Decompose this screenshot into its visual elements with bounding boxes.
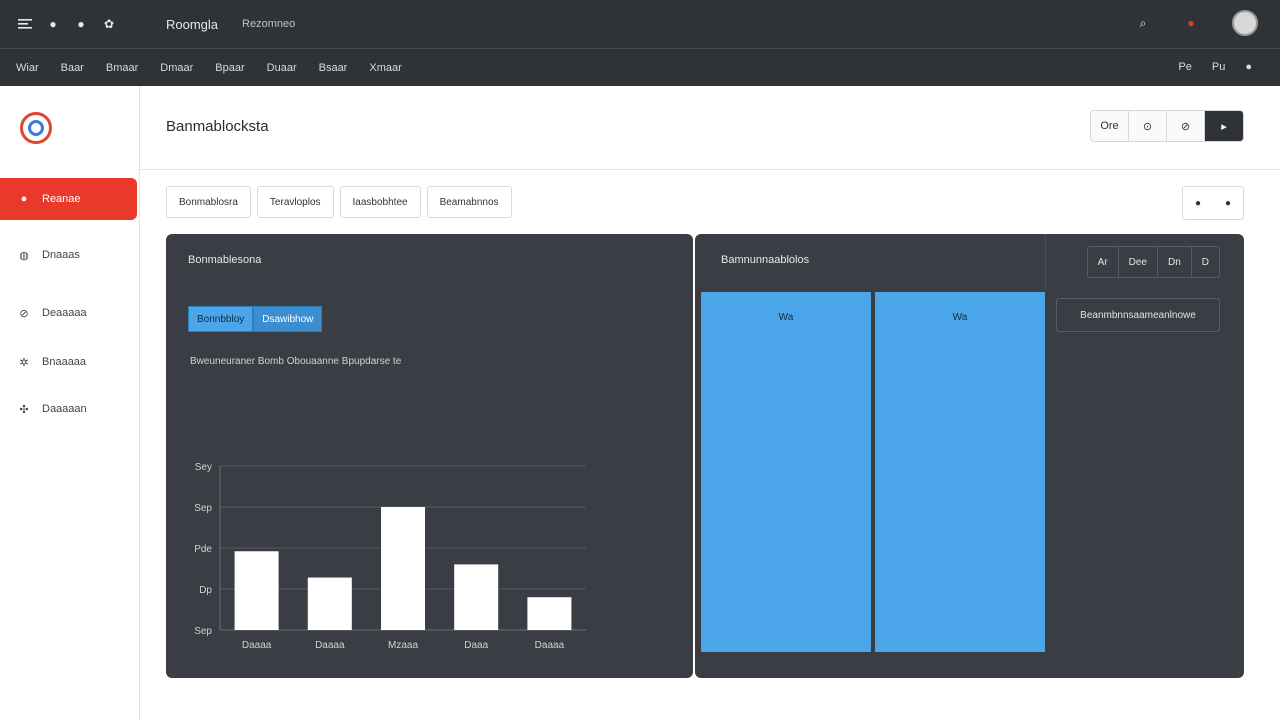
panel-title: Bamnunnaablolos bbox=[721, 254, 810, 266]
menu-icon[interactable] bbox=[18, 17, 32, 31]
bar bbox=[381, 507, 425, 630]
notification-icon[interactable]: ● bbox=[1184, 16, 1198, 30]
segment[interactable]: Dee bbox=[1119, 247, 1158, 277]
x-tick-label: Daaaa bbox=[315, 640, 345, 651]
segmented-control: Ar Dee Dn D bbox=[1086, 246, 1220, 278]
x-tick-label: Daaaa bbox=[535, 640, 565, 651]
menu-item[interactable]: Bmaar bbox=[106, 62, 138, 74]
pill-button[interactable]: Bonnbbloy bbox=[188, 306, 254, 332]
tab[interactable]: Beamabnnos bbox=[426, 186, 512, 218]
x-tick-label: Daaa bbox=[464, 640, 488, 651]
alert-icon: ● bbox=[20, 193, 28, 205]
view-toggle: ● ● bbox=[1182, 186, 1244, 220]
settings-icon[interactable]: ✿ bbox=[102, 17, 116, 31]
x-tick-label: Daaaa bbox=[242, 640, 272, 651]
big-bars: Wa Wa bbox=[701, 292, 1045, 652]
segment[interactable]: Dn bbox=[1158, 247, 1192, 277]
top-bar: ● ● ✿ Roomgla Rezomneo ⌕ ● bbox=[0, 0, 1280, 48]
bar-chart: Sey Sep Pde Dp Sep Daaaa Daaaa Mzaaa Daaa Daaaa bbox=[194, 462, 586, 651]
segment[interactable]: Ar bbox=[1088, 247, 1119, 277]
bar bbox=[454, 564, 499, 630]
tab-bar: Bonmablosra Teravloplos Iaasbobhtee Beam… bbox=[166, 186, 512, 218]
main-content: Banmablocksta Ore ⊙ ⊘ ▸ Bonmablosra Tera… bbox=[140, 86, 1280, 720]
menu-item[interactable]: Duaar bbox=[267, 62, 297, 74]
header-actions: Ore ⊙ ⊘ ▸ bbox=[1090, 110, 1244, 142]
tool-icon: ✣ bbox=[19, 403, 29, 416]
filter-button[interactable]: Beanmbnnsaameanlnowe bbox=[1056, 298, 1220, 332]
bar bbox=[307, 577, 352, 630]
link-icon: ⊘ bbox=[19, 307, 29, 320]
y-tick-label: Sey bbox=[195, 462, 212, 473]
y-tick-label: Pde bbox=[194, 544, 212, 555]
tab[interactable]: Teravloplos bbox=[256, 186, 334, 218]
sidebar-item-label: Dnaaas bbox=[42, 249, 80, 261]
x-tick-label: Mzaaa bbox=[388, 640, 418, 651]
sidebar: ● Reanae ◍ Dnaaas ⊘ Deaaaaa ✲ Bnaaaaa ✣ … bbox=[0, 86, 140, 720]
sidebar-item-daaaaan[interactable]: ✣ Daaaaan bbox=[0, 388, 137, 430]
segment[interactable]: D bbox=[1192, 247, 1219, 277]
globe-icon: ◍ bbox=[19, 249, 29, 262]
action-button[interactable]: ⊘ bbox=[1167, 111, 1205, 141]
big-bar bbox=[875, 292, 1045, 652]
gear-icon: ✲ bbox=[19, 356, 29, 369]
menu-item[interactable]: Bpaar bbox=[215, 62, 244, 74]
y-tick-label: Sep bbox=[194, 626, 212, 637]
sidebar-item-reanae[interactable]: ● Reanae bbox=[0, 178, 137, 220]
action-button[interactable]: ▸ bbox=[1205, 111, 1243, 141]
avatar[interactable] bbox=[1232, 10, 1258, 36]
app-title: Roomgla bbox=[166, 16, 219, 32]
menu-bar: Wiar Baar Bmaar Dmaar Bpaar Duaar Bsaar … bbox=[0, 48, 1280, 86]
y-tick-label: Sep bbox=[194, 503, 212, 514]
sidebar-item-label: Bnaaaaa bbox=[42, 356, 87, 368]
pin-icon[interactable]: ● bbox=[1183, 187, 1213, 219]
y-tick-label: Dp bbox=[199, 585, 212, 596]
search-icon[interactable]: ⌕ bbox=[1136, 16, 1150, 30]
chart-panel: Bonmablesona Bonnbbloy Dsawibhow Bweuneu… bbox=[166, 234, 693, 678]
menu-right-item[interactable]: Pu bbox=[1212, 61, 1225, 73]
tab[interactable]: Bonmablosra bbox=[166, 186, 251, 218]
sidebar-item-dnaaas[interactable]: ◍ Dnaaas bbox=[0, 234, 137, 276]
big-bar bbox=[701, 292, 871, 652]
page-title: Banmablocksta bbox=[166, 118, 269, 135]
panel-title: Bonmablesona bbox=[188, 254, 262, 266]
panel-description: Bweuneuraner Bomb Obouaanne Bpupdarse te bbox=[190, 356, 402, 367]
logo bbox=[20, 112, 52, 144]
sidebar-item-deaaaaa[interactable]: ⊘ Deaaaaa bbox=[0, 292, 137, 334]
menu-right-item[interactable]: Pe bbox=[1178, 61, 1191, 73]
action-button[interactable]: ⊙ bbox=[1129, 111, 1167, 141]
pill-group: Bonnbbloy Dsawibhow bbox=[188, 306, 323, 332]
app-subtitle: Rezomneo bbox=[242, 18, 296, 30]
bar bbox=[234, 551, 279, 630]
bar bbox=[527, 597, 572, 630]
summary-panel: Bamnunnaablolos Ar Dee Dn D Beanmbnnsaam… bbox=[695, 234, 1244, 678]
big-bar-label: Wa bbox=[779, 312, 794, 323]
dot-icon[interactable]: ● bbox=[46, 17, 60, 31]
dot-icon[interactable]: ● bbox=[1213, 187, 1243, 219]
sidebar-item-bnaaaaa[interactable]: ✲ Bnaaaaa bbox=[0, 341, 137, 383]
sidebar-item-label: Deaaaaa bbox=[42, 307, 87, 319]
dot-icon[interactable]: ● bbox=[1245, 61, 1252, 73]
dot-icon[interactable]: ● bbox=[74, 17, 88, 31]
big-bar-label: Wa bbox=[953, 312, 968, 323]
tab[interactable]: Iaasbobhtee bbox=[339, 186, 421, 218]
sidebar-item-label: Reanae bbox=[42, 193, 81, 205]
pill-button[interactable]: Dsawibhow bbox=[253, 306, 323, 332]
sidebar-item-label: Daaaaan bbox=[42, 403, 87, 415]
menu-item[interactable]: Xmaar bbox=[369, 62, 401, 74]
action-button[interactable]: Ore bbox=[1091, 111, 1129, 141]
menu-item[interactable]: Wiar bbox=[16, 62, 39, 74]
menu-item[interactable]: Bsaar bbox=[319, 62, 348, 74]
menu-item[interactable]: Dmaar bbox=[160, 62, 193, 74]
menu-item[interactable]: Baar bbox=[61, 62, 84, 74]
page-header: Banmablocksta Ore ⊙ ⊘ ▸ bbox=[140, 86, 1280, 170]
divider bbox=[1045, 234, 1046, 290]
